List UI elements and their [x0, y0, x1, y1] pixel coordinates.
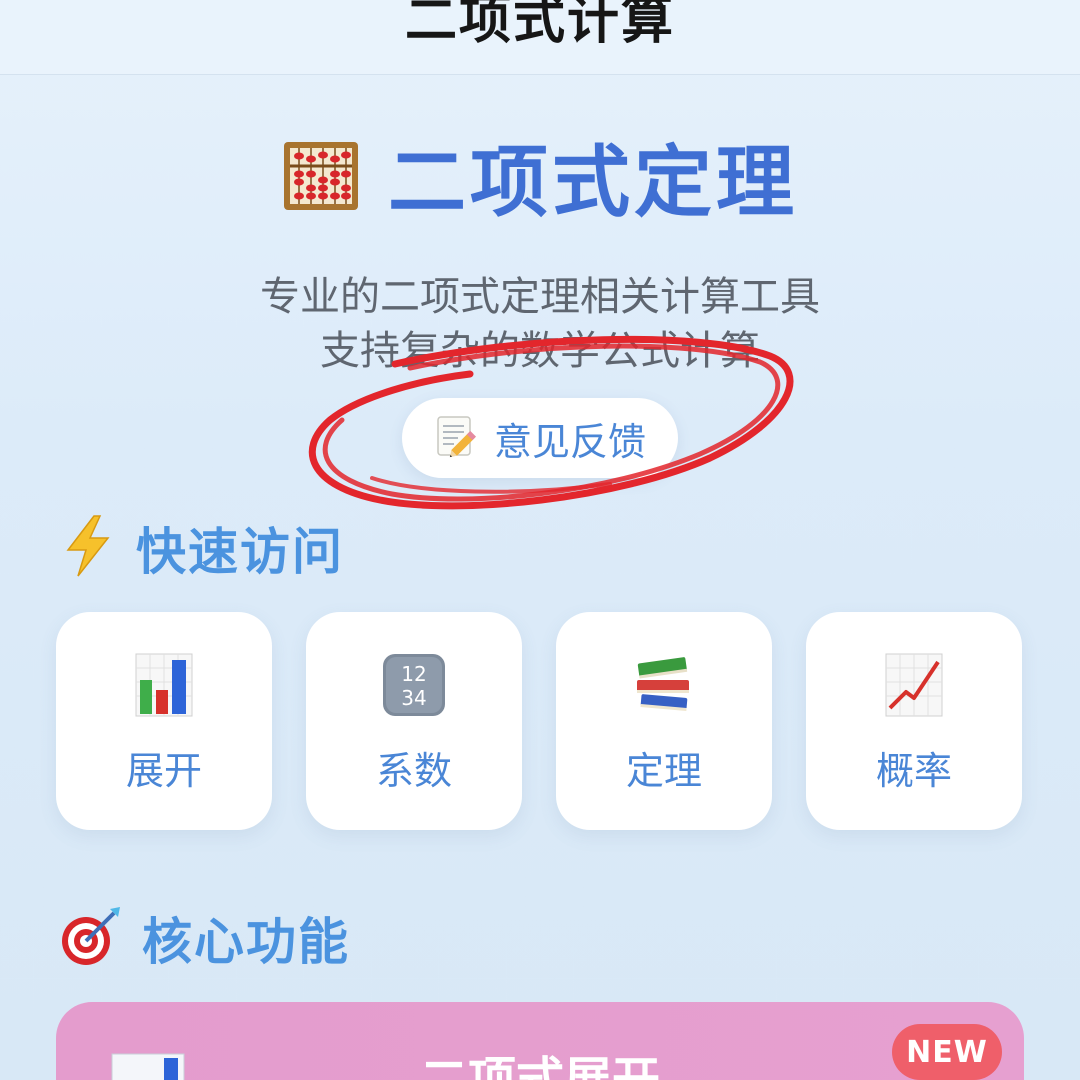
- lightning-icon: [60, 514, 116, 582]
- quick-access-header: 快速访问: [60, 512, 344, 584]
- feedback-label: 意见反馈: [493, 419, 646, 464]
- hero-description-line-1: 专业的二项式定理相关计算工具: [260, 274, 820, 320]
- hero-description: 专业的二项式定理相关计算工具 支持复杂的数学公式计算: [0, 270, 1080, 378]
- number-keycap-1234-icon: 12 34: [383, 654, 445, 716]
- line-chart-up-icon: [885, 653, 943, 717]
- quick-card-theorem[interactable]: 定理: [556, 612, 772, 830]
- navigation-bar: 二项式计算: [0, 0, 1080, 75]
- quick-card-label: 概率: [875, 749, 952, 793]
- bar-chart-icon: [110, 1052, 186, 1080]
- core-card-binomial-expansion[interactable]: 二项式展开: [56, 1002, 1024, 1080]
- abacus-icon: [282, 140, 360, 212]
- quick-card-expand[interactable]: 展开: [56, 612, 272, 830]
- quick-card-label: 展开: [125, 749, 202, 793]
- quick-access-title: 快速访问: [136, 523, 344, 581]
- quick-card-label: 定理: [625, 749, 702, 793]
- hero-title-row: 二项式定理: [0, 120, 1080, 232]
- svg-text:12: 12: [401, 662, 426, 686]
- bar-chart-icon: [135, 653, 193, 717]
- nav-title: 二项式计算: [404, 0, 675, 51]
- svg-text:34: 34: [401, 686, 426, 710]
- hero-title: 二项式定理: [387, 138, 798, 228]
- quick-card-probability[interactable]: 概率: [806, 612, 1022, 830]
- books-icon: [637, 657, 689, 711]
- hero-description-line-2: 支持复杂的数学公式计算: [320, 328, 760, 374]
- quick-card-label: 系数: [375, 749, 452, 793]
- hero-section: 二项式定理 专业的二项式定理相关计算工具 支持复杂的数学公式计算: [0, 120, 1080, 378]
- core-features-title: 核心功能: [142, 913, 350, 971]
- quick-card-coefficient[interactable]: 12 34 系数: [306, 612, 522, 830]
- dart-target-icon: [60, 905, 122, 971]
- quick-access-grid: 展开 12 34 系数 定理 概率: [56, 612, 1022, 830]
- memo-pencil-icon: [434, 413, 480, 463]
- new-badge: NEW: [892, 1024, 1002, 1080]
- feedback-button[interactable]: 意见反馈: [402, 398, 678, 478]
- core-features-header: 核心功能: [60, 902, 350, 974]
- core-card-title: 二项式展开: [419, 1052, 660, 1080]
